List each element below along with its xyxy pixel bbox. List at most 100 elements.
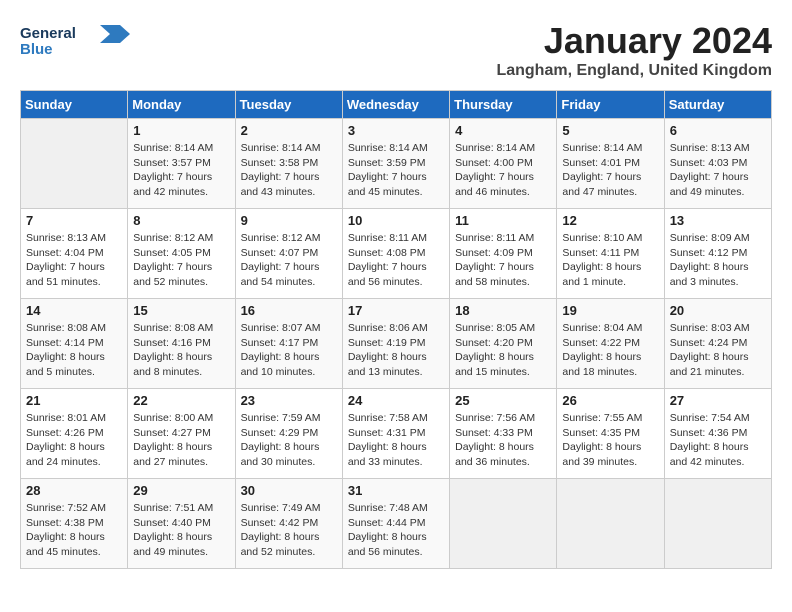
day-info: Sunrise: 8:12 AMSunset: 4:07 PMDaylight:… — [241, 231, 337, 290]
day-info: Sunrise: 7:58 AMSunset: 4:31 PMDaylight:… — [348, 411, 444, 470]
day-info: Sunrise: 8:05 AMSunset: 4:20 PMDaylight:… — [455, 321, 551, 380]
day-number: 30 — [241, 483, 337, 498]
calendar-cell: 7 Sunrise: 8:13 AMSunset: 4:04 PMDaylight… — [21, 209, 128, 299]
day-info: Sunrise: 8:13 AMSunset: 4:04 PMDaylight:… — [26, 231, 122, 290]
day-number: 29 — [133, 483, 229, 498]
day-number: 21 — [26, 393, 122, 408]
calendar-cell: 8 Sunrise: 8:12 AMSunset: 4:05 PMDaylight… — [128, 209, 235, 299]
day-number: 18 — [455, 303, 551, 318]
calendar-body: 1Sunrise: 8:14 AMSunset: 3:57 PMDaylight… — [21, 119, 772, 569]
day-info: Sunrise: 7:59 AMSunset: 4:29 PMDaylight:… — [241, 411, 337, 470]
day-info: Sunrise: 8:14 AMSunset: 4:01 PMDaylight:… — [562, 141, 658, 200]
day-number: 1 — [133, 123, 229, 138]
day-number: 13 — [670, 213, 766, 228]
calendar-cell: 13 Sunrise: 8:09 AMSunset: 4:12 PMDayligh… — [664, 209, 771, 299]
calendar-cell: 4 Sunrise: 8:14 AMSunset: 4:00 PMDaylight… — [450, 119, 557, 209]
calendar-cell: 2 Sunrise: 8:14 AMSunset: 3:58 PMDaylight… — [235, 119, 342, 209]
day-number: 6 — [670, 123, 766, 138]
calendar-cell: 25 Sunrise: 7:56 AMSunset: 4:33 PMDayligh… — [450, 389, 557, 479]
day-info: Sunrise: 8:12 AMSunset: 4:05 PMDaylight:… — [133, 231, 229, 290]
day-info: Sunrise: 8:07 AMSunset: 4:17 PMDaylight:… — [241, 321, 337, 380]
calendar-cell: 26 Sunrise: 7:55 AMSunset: 4:35 PMDayligh… — [557, 389, 664, 479]
day-info: Sunrise: 8:14 AMSunset: 3:59 PMDaylight:… — [348, 141, 444, 200]
col-monday: Monday — [128, 91, 235, 119]
day-info: Sunrise: 8:04 AMSunset: 4:22 PMDaylight:… — [562, 321, 658, 380]
day-number: 22 — [133, 393, 229, 408]
day-info: Sunrise: 8:09 AMSunset: 4:12 PMDaylight:… — [670, 231, 766, 290]
day-number: 14 — [26, 303, 122, 318]
calendar-cell: 14Sunrise: 8:08 AMSunset: 4:14 PMDayligh… — [21, 299, 128, 389]
calendar-week-row: 14Sunrise: 8:08 AMSunset: 4:14 PMDayligh… — [21, 299, 772, 389]
calendar-cell: 24 Sunrise: 7:58 AMSunset: 4:31 PMDayligh… — [342, 389, 449, 479]
day-info: Sunrise: 7:55 AMSunset: 4:35 PMDaylight:… — [562, 411, 658, 470]
calendar-cell: 19 Sunrise: 8:04 AMSunset: 4:22 PMDayligh… — [557, 299, 664, 389]
col-thursday: Thursday — [450, 91, 557, 119]
day-info: Sunrise: 8:06 AMSunset: 4:19 PMDaylight:… — [348, 321, 444, 380]
day-number: 10 — [348, 213, 444, 228]
day-info: Sunrise: 8:11 AMSunset: 4:09 PMDaylight:… — [455, 231, 551, 290]
day-number: 23 — [241, 393, 337, 408]
day-number: 9 — [241, 213, 337, 228]
day-number: 3 — [348, 123, 444, 138]
day-number: 26 — [562, 393, 658, 408]
calendar-cell: 5 Sunrise: 8:14 AMSunset: 4:01 PMDaylight… — [557, 119, 664, 209]
svg-text:Blue: Blue — [20, 41, 53, 58]
calendar-cell: 3 Sunrise: 8:14 AMSunset: 3:59 PMDaylight… — [342, 119, 449, 209]
day-info: Sunrise: 8:14 AMSunset: 3:58 PMDaylight:… — [241, 141, 337, 200]
day-info: Sunrise: 7:51 AMSunset: 4:40 PMDaylight:… — [133, 501, 229, 560]
calendar-cell — [450, 479, 557, 569]
header-row: Sunday Monday Tuesday Wednesday Thursday… — [21, 91, 772, 119]
day-number: 27 — [670, 393, 766, 408]
col-sunday: Sunday — [21, 91, 128, 119]
calendar-week-row: 7 Sunrise: 8:13 AMSunset: 4:04 PMDaylight… — [21, 209, 772, 299]
day-number: 24 — [348, 393, 444, 408]
day-number: 19 — [562, 303, 658, 318]
day-number: 4 — [455, 123, 551, 138]
calendar-cell: 31 Sunrise: 7:48 AMSunset: 4:44 PMDayligh… — [342, 479, 449, 569]
calendar-cell: 21 Sunrise: 8:01 AMSunset: 4:26 PMDayligh… — [21, 389, 128, 479]
day-number: 7 — [26, 213, 122, 228]
calendar-cell: 15Sunrise: 8:08 AMSunset: 4:16 PMDayligh… — [128, 299, 235, 389]
calendar-title: January 2024 — [496, 20, 772, 62]
day-number: 2 — [241, 123, 337, 138]
title-section: January 2024 Langham, England, United Ki… — [496, 20, 772, 80]
day-info: Sunrise: 8:00 AMSunset: 4:27 PMDaylight:… — [133, 411, 229, 470]
calendar-cell — [557, 479, 664, 569]
calendar-cell: 27 Sunrise: 7:54 AMSunset: 4:36 PMDayligh… — [664, 389, 771, 479]
calendar-cell: 20Sunrise: 8:03 AMSunset: 4:24 PMDayligh… — [664, 299, 771, 389]
calendar-cell: 1Sunrise: 8:14 AMSunset: 3:57 PMDaylight… — [128, 119, 235, 209]
day-info: Sunrise: 8:13 AMSunset: 4:03 PMDaylight:… — [670, 141, 766, 200]
calendar-cell: 29 Sunrise: 7:51 AMSunset: 4:40 PMDayligh… — [128, 479, 235, 569]
day-info: Sunrise: 7:54 AMSunset: 4:36 PMDaylight:… — [670, 411, 766, 470]
calendar-subtitle: Langham, England, United Kingdom — [496, 62, 772, 80]
calendar-cell: 22 Sunrise: 8:00 AMSunset: 4:27 PMDayligh… — [128, 389, 235, 479]
day-number: 8 — [133, 213, 229, 228]
calendar-cell: 30 Sunrise: 7:49 AMSunset: 4:42 PMDayligh… — [235, 479, 342, 569]
logo: General Blue — [20, 20, 130, 65]
day-info: Sunrise: 7:56 AMSunset: 4:33 PMDaylight:… — [455, 411, 551, 470]
calendar-week-row: 1Sunrise: 8:14 AMSunset: 3:57 PMDaylight… — [21, 119, 772, 209]
col-tuesday: Tuesday — [235, 91, 342, 119]
calendar-cell: 28Sunrise: 7:52 AMSunset: 4:38 PMDayligh… — [21, 479, 128, 569]
day-info: Sunrise: 8:11 AMSunset: 4:08 PMDaylight:… — [348, 231, 444, 290]
day-info: Sunrise: 7:48 AMSunset: 4:44 PMDaylight:… — [348, 501, 444, 560]
calendar-week-row: 28Sunrise: 7:52 AMSunset: 4:38 PMDayligh… — [21, 479, 772, 569]
col-saturday: Saturday — [664, 91, 771, 119]
day-number: 16 — [241, 303, 337, 318]
day-info: Sunrise: 7:49 AMSunset: 4:42 PMDaylight:… — [241, 501, 337, 560]
calendar-cell: 9 Sunrise: 8:12 AMSunset: 4:07 PMDaylight… — [235, 209, 342, 299]
day-number: 5 — [562, 123, 658, 138]
calendar-cell: 6 Sunrise: 8:13 AMSunset: 4:03 PMDaylight… — [664, 119, 771, 209]
day-info: Sunrise: 8:10 AMSunset: 4:11 PMDaylight:… — [562, 231, 658, 290]
day-number: 25 — [455, 393, 551, 408]
col-friday: Friday — [557, 91, 664, 119]
calendar-cell: 11Sunrise: 8:11 AMSunset: 4:09 PMDayligh… — [450, 209, 557, 299]
calendar-cell: 17Sunrise: 8:06 AMSunset: 4:19 PMDayligh… — [342, 299, 449, 389]
logo-svg: General Blue — [20, 20, 130, 65]
day-info: Sunrise: 8:14 AMSunset: 4:00 PMDaylight:… — [455, 141, 551, 200]
calendar-cell: 18 Sunrise: 8:05 AMSunset: 4:20 PMDayligh… — [450, 299, 557, 389]
day-info: Sunrise: 8:03 AMSunset: 4:24 PMDaylight:… — [670, 321, 766, 380]
day-number: 31 — [348, 483, 444, 498]
day-info: Sunrise: 8:01 AMSunset: 4:26 PMDaylight:… — [26, 411, 122, 470]
day-info: Sunrise: 8:08 AMSunset: 4:16 PMDaylight:… — [133, 321, 229, 380]
